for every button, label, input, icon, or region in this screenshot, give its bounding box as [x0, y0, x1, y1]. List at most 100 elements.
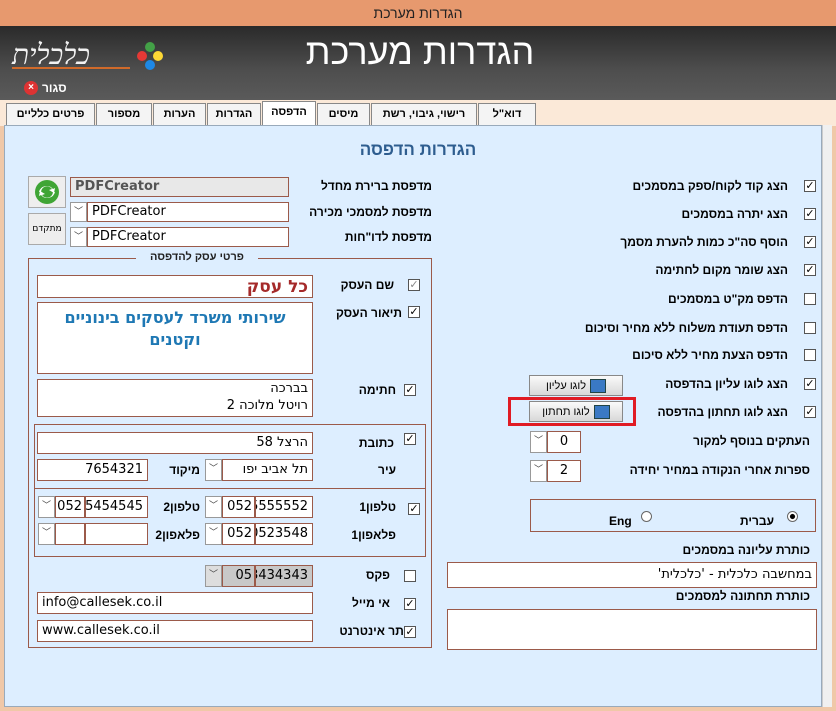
- tab-numbering[interactable]: מספור: [96, 103, 152, 125]
- tab-taxes[interactable]: מיסים: [317, 103, 370, 125]
- page-title: הגדרות מערכת: [305, 31, 535, 72]
- address-label: כתובת: [358, 436, 394, 450]
- default-printer-field: PDFCreator: [70, 177, 289, 197]
- website-label: אתר אינטרנט: [339, 624, 412, 638]
- phone2-prefix[interactable]: 052: [55, 496, 85, 518]
- chevron-down-icon[interactable]: ﹀: [530, 460, 547, 482]
- zip-label: מיקוד: [169, 463, 200, 477]
- option-checkbox[interactable]: ✓: [804, 406, 816, 418]
- vertical-scrollbar[interactable]: [822, 125, 832, 707]
- fax-number[interactable]: 3434343: [255, 565, 313, 587]
- signature-line: רויטל מלוכה 2: [226, 398, 308, 413]
- description-checkbox[interactable]: ✓: [408, 306, 420, 318]
- refresh-icon: [35, 180, 59, 204]
- divider: [34, 488, 426, 489]
- company-logo: כלכלית: [8, 38, 168, 74]
- image-icon: [590, 378, 607, 393]
- hebrew-radio[interactable]: [787, 511, 798, 522]
- decimals-input[interactable]: 2: [547, 460, 581, 482]
- option-checkbox[interactable]: ✓: [804, 378, 816, 390]
- business-group-title: פרטי עסק להדפסה: [136, 251, 258, 263]
- top-logo-button[interactable]: לוגו עליון: [529, 375, 623, 396]
- close-label: סגור: [42, 81, 67, 95]
- option-checkbox[interactable]: ✓: [804, 264, 816, 276]
- bottom-caption-input[interactable]: [447, 609, 817, 650]
- chevron-down-icon[interactable]: ﹀: [205, 459, 222, 481]
- description-input[interactable]: שירותי משרד לעסקים בינוניים וקטנים: [37, 302, 313, 374]
- tab-settings[interactable]: הגדרות: [207, 103, 261, 125]
- website-checkbox[interactable]: ✓: [404, 626, 416, 638]
- chevron-down-icon[interactable]: ﹀: [205, 496, 222, 518]
- chevron-down-icon[interactable]: ﹀: [38, 523, 55, 545]
- name-label: שם העסק: [340, 278, 394, 292]
- sales-printer-label: מדפסת למסמכי מכירה: [309, 205, 432, 219]
- chevron-down-icon[interactable]: ﹀: [38, 496, 55, 518]
- copies-input[interactable]: 0: [547, 431, 581, 453]
- fax-checkbox[interactable]: [404, 570, 416, 582]
- option-label: הצג לוגו תחתון בהדפסה: [657, 405, 789, 419]
- fax-label: פקס: [365, 568, 390, 582]
- option-checkbox[interactable]: ✓: [804, 236, 816, 248]
- address-checkbox[interactable]: ✓: [404, 433, 416, 445]
- option-label: הדפס הצעת מחיר ללא סיכום: [632, 348, 788, 362]
- sales-printer-select[interactable]: PDFCreator: [87, 202, 289, 222]
- reports-printer-label: מדפסת לדו"חות: [344, 230, 432, 244]
- signature-checkbox[interactable]: ✓: [404, 384, 416, 396]
- chevron-down-icon[interactable]: ﹀: [205, 565, 222, 587]
- window-title: הגדרות מערכת: [0, 0, 836, 26]
- section-title: הגדרות הדפסה: [359, 140, 477, 159]
- name-input[interactable]: כל עסק: [37, 275, 313, 298]
- top-caption-input[interactable]: במחשבה כלכלית - 'כלכלית': [447, 562, 817, 588]
- refresh-button[interactable]: [28, 176, 66, 208]
- phone2-label: טלפון2: [163, 500, 200, 514]
- logo-text: כלכלית: [11, 38, 90, 71]
- mobile1-label: פלאפון1: [351, 528, 396, 542]
- top-logo-label: לוגו עליון: [545, 379, 587, 392]
- mobile2-prefix[interactable]: [55, 523, 85, 545]
- mobile2-number[interactable]: [85, 523, 148, 545]
- website-input[interactable]: www.callesek.co.il: [37, 620, 313, 642]
- english-radio[interactable]: [641, 511, 652, 522]
- zip-input[interactable]: 7654321: [37, 459, 148, 481]
- option-label: הצג שומר מקום לחתימה: [655, 263, 788, 277]
- chevron-down-icon[interactable]: ﹀: [70, 227, 87, 247]
- phone2-number[interactable]: 5454545: [85, 496, 148, 518]
- reports-printer-select[interactable]: PDFCreator: [87, 227, 289, 247]
- hebrew-label: עברית: [739, 514, 774, 528]
- option-checkbox[interactable]: [804, 293, 816, 305]
- chevron-down-icon[interactable]: ﹀: [70, 202, 87, 222]
- tab-notes[interactable]: הערות: [153, 103, 206, 125]
- advanced-button[interactable]: מתקדם: [28, 213, 66, 245]
- chevron-down-icon[interactable]: ﹀: [205, 523, 222, 545]
- name-checkbox[interactable]: ✓: [408, 279, 420, 291]
- close-button[interactable]: סגור ×: [24, 80, 67, 96]
- phone-checkbox[interactable]: ✓: [408, 503, 420, 515]
- top-caption-label: כותרת עליונה במסמכים: [682, 543, 810, 557]
- mobile1-number[interactable]: 0523548: [255, 523, 313, 545]
- option-checkbox[interactable]: [804, 349, 816, 361]
- highlight-box: [508, 397, 636, 426]
- chevron-down-icon[interactable]: ﹀: [530, 431, 547, 453]
- phone1-prefix[interactable]: 052: [222, 496, 255, 518]
- tab-email[interactable]: דוא"ל: [478, 103, 536, 125]
- option-checkbox[interactable]: ✓: [804, 180, 816, 192]
- signature-label: חתימה: [358, 383, 396, 397]
- mobile1-prefix[interactable]: 052: [222, 523, 255, 545]
- tab-license-backup-network[interactable]: רישוי, גיבוי, רשת: [371, 103, 477, 125]
- city-input[interactable]: תל אביב יפו: [222, 459, 313, 481]
- bottom-caption-label: כותרת תחתונה למסמכים: [675, 589, 810, 603]
- email-checkbox[interactable]: ✓: [404, 598, 416, 610]
- fax-prefix[interactable]: 05: [222, 565, 255, 587]
- tab-general-details[interactable]: פרטים כלליים: [6, 103, 95, 125]
- option-checkbox[interactable]: ✓: [804, 208, 816, 220]
- address-input[interactable]: הרצל 58: [37, 432, 313, 454]
- city-label: עיר: [378, 463, 396, 477]
- tab-printing[interactable]: הדפסה: [262, 101, 316, 126]
- option-checkbox[interactable]: [804, 322, 816, 334]
- email-input[interactable]: info@callesek.co.il: [37, 592, 313, 614]
- signature-input[interactable]: בברכה רויטל מלוכה 2: [37, 379, 313, 417]
- option-label: הוסף סה"כ כמות להערת מסמך: [620, 235, 788, 249]
- default-printer-label: מדפסת ברירת מחדל: [320, 179, 432, 193]
- close-icon: ×: [24, 81, 38, 95]
- phone1-number[interactable]: 5555552: [255, 496, 313, 518]
